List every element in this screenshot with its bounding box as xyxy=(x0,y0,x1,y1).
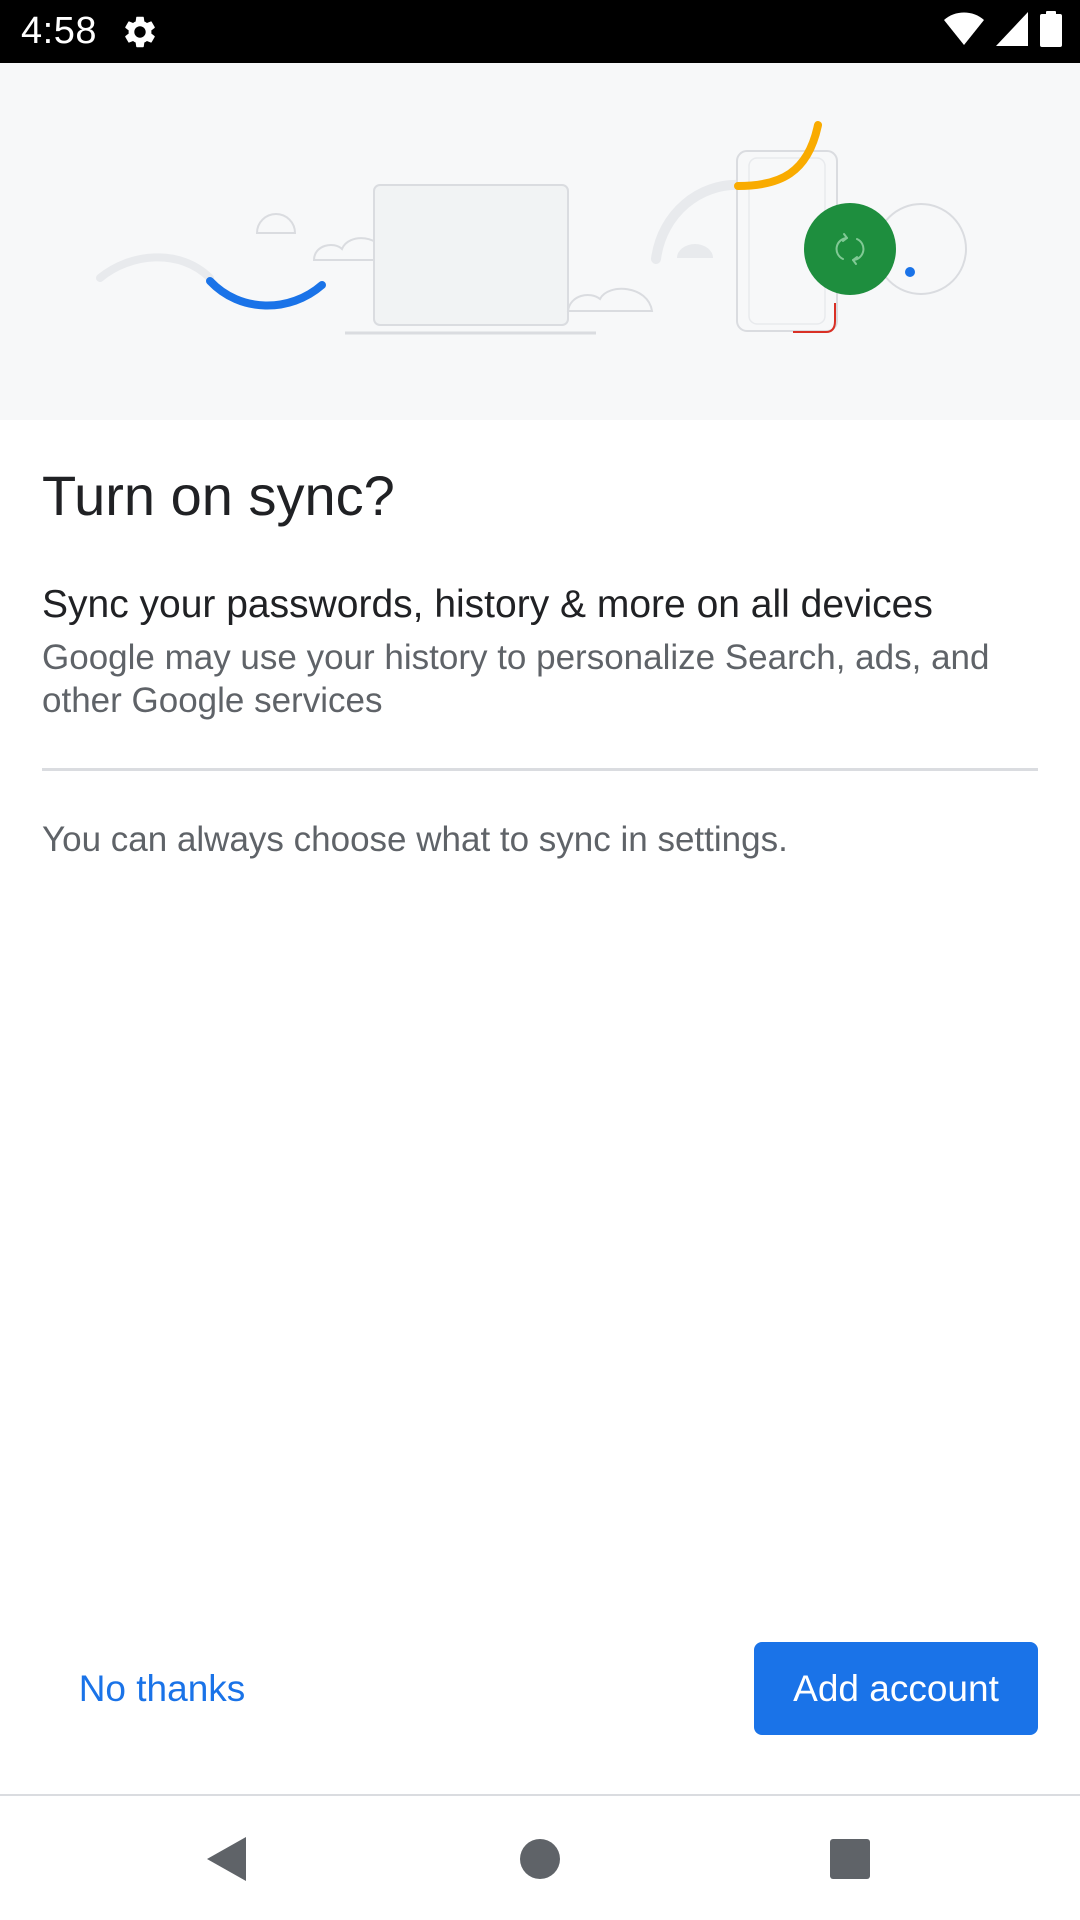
status-icons xyxy=(944,10,1062,52)
page-title: Turn on sync? xyxy=(42,464,395,527)
status-time: 4:58 xyxy=(21,10,97,52)
sync-devices-illustration xyxy=(0,63,1080,420)
recents-icon[interactable] xyxy=(815,1824,885,1894)
settings-note: You can always choose what to sync in se… xyxy=(42,820,788,859)
settings-gear-icon xyxy=(121,13,159,51)
battery-icon xyxy=(1040,10,1062,52)
cell-signal-icon xyxy=(996,11,1028,51)
wifi-icon xyxy=(944,12,984,51)
divider xyxy=(42,768,1038,771)
status-bar: 4:58 xyxy=(0,0,1080,63)
navigation-bar xyxy=(0,1794,1080,1920)
sync-description: Google may use your history to personali… xyxy=(42,638,990,720)
add-account-button[interactable]: Add account xyxy=(754,1642,1038,1735)
back-icon[interactable] xyxy=(191,1824,261,1894)
screen: 4:58 Turn on sync? Sync your passwords, … xyxy=(0,0,1080,1920)
home-icon[interactable] xyxy=(505,1824,575,1894)
sync-subtitle: Sync your passwords, history & more on a… xyxy=(42,583,933,626)
no-thanks-button[interactable]: No thanks xyxy=(42,1642,282,1735)
